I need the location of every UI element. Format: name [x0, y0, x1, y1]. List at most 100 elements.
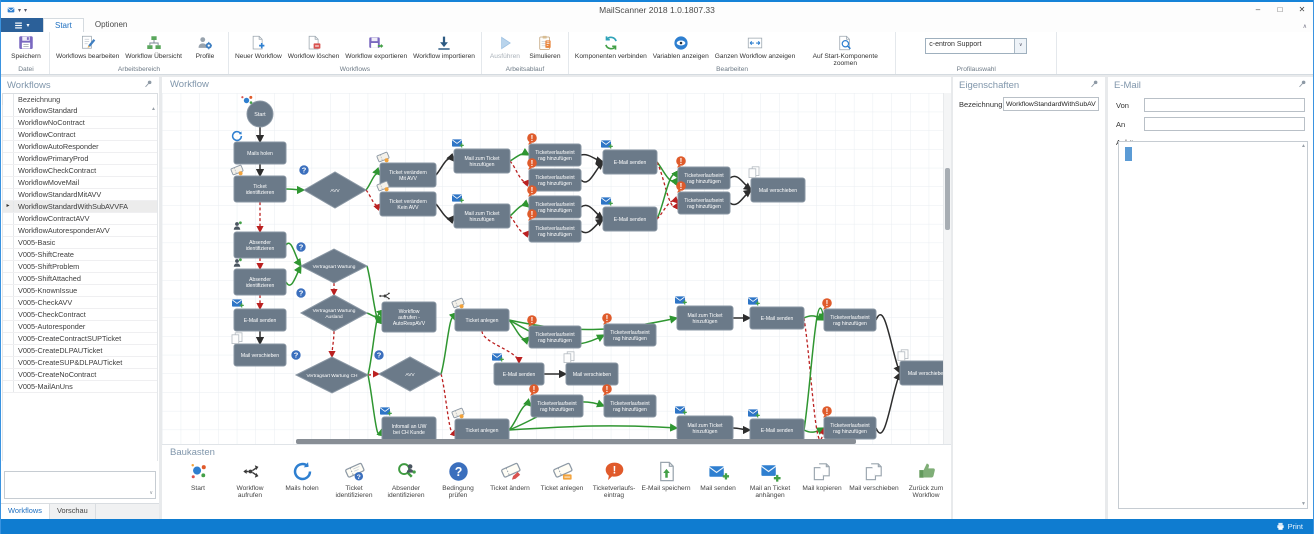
workflow-canvas[interactable]: StartMails holenTicketidentifizierenAVV?…	[162, 93, 951, 445]
toolbox-item-ticketverlaufs-eintrag[interactable]: !Ticketverlaufs- eintrag	[588, 460, 640, 499]
vertical-scrollbar[interactable]	[943, 93, 951, 445]
vertical-scrollbar-thumb[interactable]	[945, 168, 950, 230]
toolbox-item-label: Ticket ändern	[490, 485, 530, 492]
profile-select[interactable]: c-entron Support∨	[925, 38, 1027, 54]
toolbox-item-mail-an-ticket-anhängen[interactable]: Mail an Ticket anhängen	[744, 460, 796, 499]
toolbox-item-ticket-anlegen[interactable]: Ticket anlegen	[536, 460, 588, 499]
qat-dropdown-icon[interactable]: ▾	[18, 7, 21, 14]
ribbon-button-speichern[interactable]: Speichern	[6, 33, 46, 61]
row-marker	[3, 261, 14, 272]
toolbox-item-e-mail-speichern[interactable]: E-Mail speichern	[640, 460, 692, 499]
qat-customize-icon[interactable]: ▾	[24, 7, 27, 14]
dropdown-arrow-icon[interactable]: ∨	[1014, 39, 1026, 53]
printer-icon	[1276, 522, 1285, 531]
ribbon-button-label: Variablen anzeigen	[653, 53, 709, 60]
edit-doc-icon	[79, 34, 97, 52]
pin-icon[interactable]	[144, 79, 153, 91]
workflow-row[interactable]: WorkflowContractAVV	[3, 213, 157, 225]
workflow-row[interactable]: V005-CreateContractSUPTicket	[3, 333, 157, 345]
tab-start[interactable]: Start	[43, 18, 84, 32]
app-menu-button[interactable]: ▾	[1, 18, 43, 32]
minimize-button[interactable]: –	[1247, 2, 1269, 18]
ribbon-button-simulieren[interactable]: Simulieren	[525, 33, 565, 61]
toolbox-item-start[interactable]: Start	[172, 460, 224, 499]
ribbon-button-profile[interactable]: Profile	[185, 33, 225, 61]
ribbon-button-neuer-workflow[interactable]: Neuer Workflow	[232, 33, 285, 61]
ribbon-group-label: Profilauswahl	[896, 66, 1056, 73]
workflow-row[interactable]: WorkflowCheckContract	[3, 165, 157, 177]
window-title: MailScanner 2018 1.0.1807.33	[1, 5, 1313, 15]
tab-optionen[interactable]: Optionen	[84, 18, 138, 32]
an-input[interactable]	[1144, 117, 1305, 131]
workflow-filter-box[interactable]: ∨	[4, 471, 156, 499]
app-icon[interactable]	[7, 6, 15, 14]
workflow-row[interactable]: V005-CheckAVV	[3, 297, 157, 309]
ribbon-button-workflows-bearbeiten[interactable]: Workflows bearbeiten	[53, 33, 122, 61]
workflow-row[interactable]: V005-KnownIssue	[3, 285, 157, 297]
row-marker	[3, 273, 14, 284]
toolbox-item-ticket-ändern[interactable]: Ticket ändern	[484, 460, 536, 499]
toolbox-item-mail-senden[interactable]: Mail senden	[692, 460, 744, 499]
attachment-item[interactable]	[1125, 147, 1132, 161]
toolbox-item-ticket-identifizieren[interactable]: ?Ticket identifizieren	[328, 460, 380, 499]
ribbon-button-workflow-importieren[interactable]: Workflow importieren	[410, 33, 478, 61]
scroll-up-icon[interactable]: ▲	[151, 106, 156, 112]
pin-icon[interactable]	[1090, 79, 1099, 91]
workflow-row[interactable]: WorkflowAutoResponder	[3, 141, 157, 153]
workflow-row[interactable]: WorkflowAutoresponderAVV	[3, 225, 157, 237]
workflow-row[interactable]: V005-ShiftAttached	[3, 273, 157, 285]
von-input[interactable]	[1144, 98, 1305, 112]
ribbon-button-ausführen[interactable]: Ausführen	[485, 33, 525, 61]
workflow-row[interactable]: V005-ShiftCreate	[3, 249, 157, 261]
workflow-row[interactable]: ▸WorkflowStandardWithSubAVVFA	[3, 201, 157, 213]
bezeichnung-input[interactable]	[1003, 97, 1099, 111]
scroll-down-icon[interactable]: ▼	[1301, 501, 1306, 507]
svg-text:E-Mail senden: E-Mail senden	[614, 160, 647, 166]
combo-arrow-icon[interactable]: ∨	[149, 490, 153, 496]
close-button[interactable]: ✕	[1291, 2, 1313, 18]
restore-button[interactable]: □	[1269, 2, 1291, 18]
ribbon-button-workflow-übersicht[interactable]: Workflow Übersicht	[122, 33, 185, 61]
sidebar-tab-vorschau[interactable]: Vorschau	[50, 504, 96, 519]
ribbon-button-variablen-anzeigen[interactable]: Variablen anzeigen	[650, 33, 712, 61]
toolbox-item-mails-holen[interactable]: Mails holen	[276, 460, 328, 499]
ribbon-button-workflow-löschen[interactable]: Workflow löschen	[285, 33, 343, 61]
toolbox-item-mail-kopieren[interactable]: Mail kopieren	[796, 460, 848, 499]
workflow-row[interactable]: WorkflowContract	[3, 129, 157, 141]
ribbon-group-label: Datei	[3, 66, 49, 73]
status-print[interactable]: Print	[1276, 522, 1303, 531]
workflow-row[interactable]: WorkflowStandardMitAVV	[3, 189, 157, 201]
workflow-row[interactable]: V005-CreateSUP&DLPAUTicket	[3, 357, 157, 369]
toolbox-item-mail-verschieben[interactable]: Mail verschieben	[848, 460, 900, 499]
workflow-name: WorkflowStandardWithSubAVVFA	[14, 201, 132, 212]
sidebar-tab-workflows[interactable]: Workflows	[1, 504, 50, 519]
workflow-row[interactable]: V005-CheckContract	[3, 309, 157, 321]
ribbon-button-komponenten-verbinden[interactable]: Komponenten verbinden	[572, 33, 650, 61]
statusbar: Print	[1, 519, 1313, 534]
workflow-row[interactable]: WorkflowStandard	[3, 105, 157, 117]
workflow-row[interactable]: V005-CreateNoContract	[3, 369, 157, 381]
toolbox-item-bedingung-prüfen[interactable]: ?Bedingung prüfen	[432, 460, 484, 499]
pin-icon[interactable]	[1298, 79, 1307, 91]
workflow-row[interactable]: WorkflowMoveMail	[3, 177, 157, 189]
ribbon-button-workflow-exportieren[interactable]: Workflow exportieren	[342, 33, 410, 61]
ribbon-button-ganzen-workflow-anzeigen[interactable]: Ganzen Workflow anzeigen	[712, 33, 799, 61]
ribbon-button-auf-start-komponente-zoomen[interactable]: Auf Start-Komponente zoomen	[798, 33, 892, 68]
scroll-up-icon[interactable]: ▲	[1301, 143, 1306, 149]
workflow-row[interactable]: V005-Autoresponder	[3, 321, 157, 333]
toolbox-item-zurück-zum-workflow[interactable]: Zurück zum Workflow	[900, 460, 951, 499]
fit-width-icon	[746, 34, 764, 52]
ribbon: SpeichernDateiWorkflows bearbeitenWorkfl…	[1, 32, 1313, 75]
workflow-row[interactable]: WorkflowNoContract	[3, 117, 157, 129]
workflow-row[interactable]: V005-MailAnUns	[3, 381, 157, 393]
toolbox-item-label: Bedingung prüfen	[432, 485, 484, 499]
workflow-row[interactable]: V005-Basic	[3, 237, 157, 249]
workflow-row[interactable]: V005-CreateDLPAUTicket	[3, 345, 157, 357]
toolbox-item-absender-identifizieren[interactable]: Absender identifizieren	[380, 460, 432, 499]
attachments-list[interactable]: ▲ ▼	[1118, 141, 1308, 509]
toolbox-item-workflow-aufrufen[interactable]: Workflow aufrufen	[224, 460, 276, 499]
collapse-ribbon-icon[interactable]: ∧	[1303, 23, 1307, 30]
row-marker	[3, 309, 14, 320]
workflow-row[interactable]: WorkflowPrimaryProd	[3, 153, 157, 165]
workflow-row[interactable]: V005-ShiftProblem	[3, 261, 157, 273]
